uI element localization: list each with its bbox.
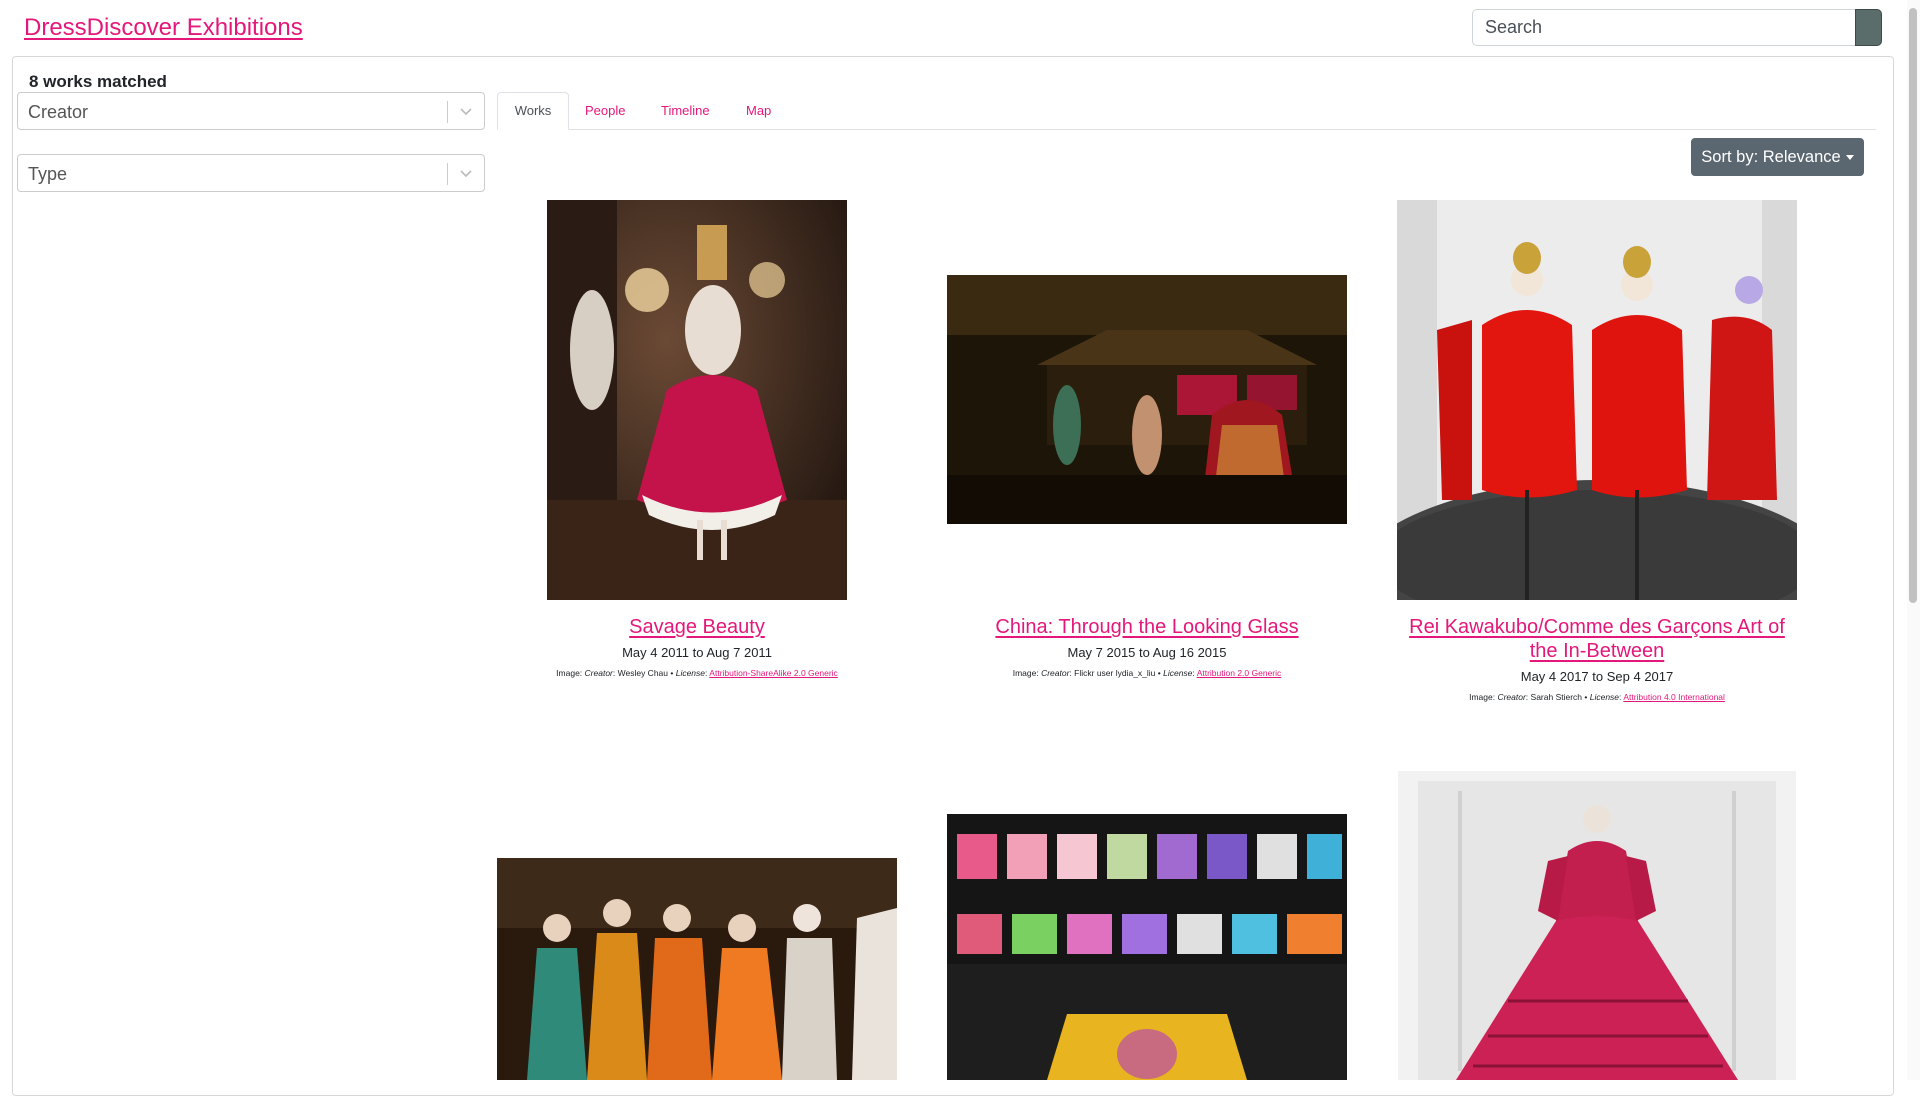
credit-separator: •	[1155, 668, 1164, 678]
work-image[interactable]	[1397, 200, 1797, 600]
credit-license-label: License	[675, 668, 706, 678]
work-image[interactable]	[497, 858, 897, 1080]
select-separator	[447, 101, 448, 123]
scrollbar-thumb[interactable]	[1909, 8, 1917, 603]
image-credit: Image: Creator: Wesley Chau • License: A…	[497, 668, 897, 678]
work-dates: May 7 2015 to Aug 16 2015	[1067, 645, 1227, 660]
work-title-link[interactable]: Rei Kawakubo/Comme des Garçons Art of th…	[1397, 615, 1797, 663]
brand-link[interactable]: DressDiscover Exhibitions	[24, 14, 303, 42]
creator-filter-select[interactable]: Creator	[17, 92, 485, 130]
image-credit: Image: Creator: Flickr user lydia_x_liu …	[947, 668, 1347, 678]
credit-separator: •	[668, 668, 676, 678]
credit-creator: Wesley Chau	[617, 668, 669, 678]
credit-prefix: Image:	[556, 668, 585, 678]
work-image[interactable]	[1398, 771, 1796, 1080]
search-input[interactable]	[1472, 9, 1856, 46]
work-image[interactable]	[947, 275, 1347, 524]
sort-dropdown-button[interactable]: Sort by: Relevance	[1691, 138, 1864, 176]
select-separator	[447, 163, 448, 185]
credit-prefix: Image:	[1012, 668, 1042, 678]
tab-works[interactable]: Works	[497, 92, 569, 130]
license-link[interactable]: Attribution-ShareAlike 2.0 Generic	[709, 668, 838, 678]
license-link[interactable]: Attribution 2.0 Generic	[1197, 668, 1282, 678]
work-image[interactable]	[947, 814, 1347, 1080]
search-bar	[1472, 9, 1882, 46]
credit-creator-label: Creator	[584, 668, 613, 678]
credit-creator-label: Creator	[1041, 668, 1070, 678]
work-dates: May 4 2017 to Sep 4 2017	[1520, 669, 1674, 684]
tabs-divider	[497, 129, 1876, 130]
work-dates: May 4 2011 to Aug 7 2011	[622, 645, 772, 660]
tab-timeline[interactable]: Timeline	[661, 92, 710, 129]
credit-prefix: Image:	[1469, 692, 1498, 702]
chevron-down-icon	[460, 170, 472, 178]
credit-creator: Sarah Stierch	[1530, 692, 1583, 702]
work-image[interactable]	[547, 200, 847, 600]
type-filter-select[interactable]: Type	[17, 154, 485, 192]
creator-filter-placeholder: Creator	[28, 102, 89, 122]
work-title-link[interactable]: Savage Beauty	[497, 615, 897, 639]
credit-creator-label: Creator	[1497, 692, 1526, 702]
chevron-down-icon	[460, 108, 472, 116]
credit-license-label: License	[1163, 668, 1193, 678]
sort-label: Sort by: Relevance	[1701, 147, 1841, 166]
license-link[interactable]: Attribution 4.0 International	[1623, 692, 1725, 702]
caret-down-icon	[1845, 154, 1854, 160]
tab-map[interactable]: Map	[746, 92, 771, 129]
results-count: 8 works matched	[29, 72, 167, 91]
type-filter-placeholder: Type	[28, 164, 68, 184]
credit-separator: •	[1582, 692, 1590, 702]
search-button[interactable]	[1855, 9, 1882, 46]
credit-license-label: License	[1589, 692, 1620, 702]
work-title-link[interactable]: China: Through the Looking Glass	[947, 615, 1347, 639]
image-credit: Image: Creator: Sarah Stierch • License:…	[1397, 692, 1797, 702]
credit-creator: Flickr user lydia_x_liu	[1074, 668, 1156, 678]
tab-people[interactable]: People	[585, 92, 625, 129]
